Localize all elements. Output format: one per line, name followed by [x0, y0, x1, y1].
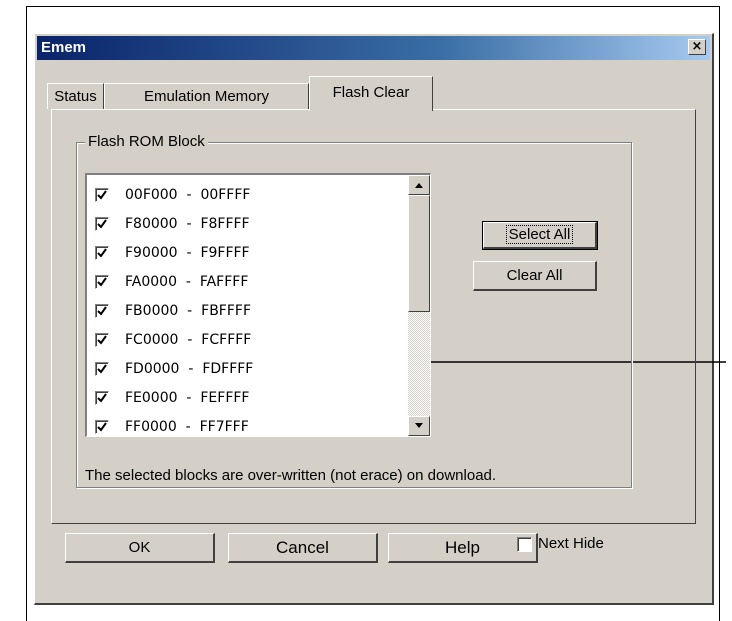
block-range-label: FF0000 - FF7FFF [125, 419, 249, 435]
block-range-label: FC0000 - FCFFFF [125, 332, 252, 348]
block-range-label: 00F000 - 00FFFF [125, 187, 251, 203]
checkmark-icon [97, 219, 107, 229]
checkmark-icon [97, 393, 107, 403]
select-all-label: Select All [505, 225, 574, 244]
flash-block-list[interactable]: 00F000 - 00FFFF F80000 - F8FFFF F90000 - F… [85, 173, 431, 437]
scroll-thumb[interactable] [408, 195, 430, 312]
checkmark-icon [97, 248, 107, 258]
block-checkbox[interactable] [95, 217, 109, 231]
block-range-label: F90000 - F9FFFF [125, 245, 250, 261]
arrow-down-icon [415, 423, 423, 428]
checkmark-icon [97, 277, 107, 287]
emem-dialog: Emem × Status Emulation Memory Flash Cle… [34, 33, 714, 605]
block-range-label: FE0000 - FEFFFF [125, 390, 250, 406]
scroll-down-button[interactable] [408, 416, 430, 436]
checkmark-icon [97, 306, 107, 316]
block-range-label: FB0000 - FBFFFF [125, 303, 252, 319]
block-checkbox[interactable] [95, 275, 109, 289]
block-checkbox[interactable] [95, 188, 109, 202]
block-checkbox[interactable] [95, 333, 109, 347]
block-checkbox[interactable] [95, 362, 109, 376]
list-item[interactable]: F80000 - F8FFFF [95, 210, 395, 238]
list-item[interactable]: FD0000 - FDFFFF [95, 355, 395, 383]
clear-all-label: Clear All [506, 267, 563, 284]
group-label: Flash ROM Block [85, 133, 208, 150]
block-range-label: F80000 - F8FFFF [125, 216, 250, 232]
scroll-up-button[interactable] [408, 175, 430, 195]
block-range-label: FA0000 - FAFFFF [125, 274, 249, 290]
list-item[interactable]: FE0000 - FEFFFF [95, 384, 395, 412]
tab-flash-clear-label: Flash Clear [332, 84, 410, 101]
list-item[interactable]: FA0000 - FAFFFF [95, 268, 395, 296]
list-item[interactable]: FC0000 - FCFFFF [95, 326, 395, 354]
select-all-button[interactable]: Select All [482, 221, 598, 250]
checkmark-icon [97, 422, 107, 432]
checkmark-icon [97, 364, 107, 374]
block-checkbox[interactable] [95, 246, 109, 260]
clear-all-button[interactable]: Clear All [473, 261, 597, 291]
list-item[interactable]: F90000 - F9FFFF [95, 239, 395, 267]
tab-flash-clear[interactable]: Flash Clear [309, 76, 433, 111]
list-item[interactable]: FB0000 - FBFFFF [95, 297, 395, 325]
block-checkbox[interactable] [95, 420, 109, 434]
list-item[interactable]: FF0000 - FF7FFF [95, 413, 395, 436]
flash-clear-panel: Flash ROM Block 00F000 - 00FFFF F80000 - … [51, 109, 696, 524]
block-checkbox[interactable] [95, 304, 109, 318]
arrow-up-icon [415, 183, 423, 188]
list-item[interactable]: 00F000 - 00FFFF [95, 181, 395, 209]
block-range-label: FD0000 - FDFFFF [125, 361, 254, 377]
list-scrollbar[interactable] [408, 175, 430, 436]
block-checkbox[interactable] [95, 391, 109, 405]
checkmark-icon [97, 190, 107, 200]
checkmark-icon [97, 335, 107, 345]
download-note: The selected blocks are over-written (no… [85, 467, 497, 484]
